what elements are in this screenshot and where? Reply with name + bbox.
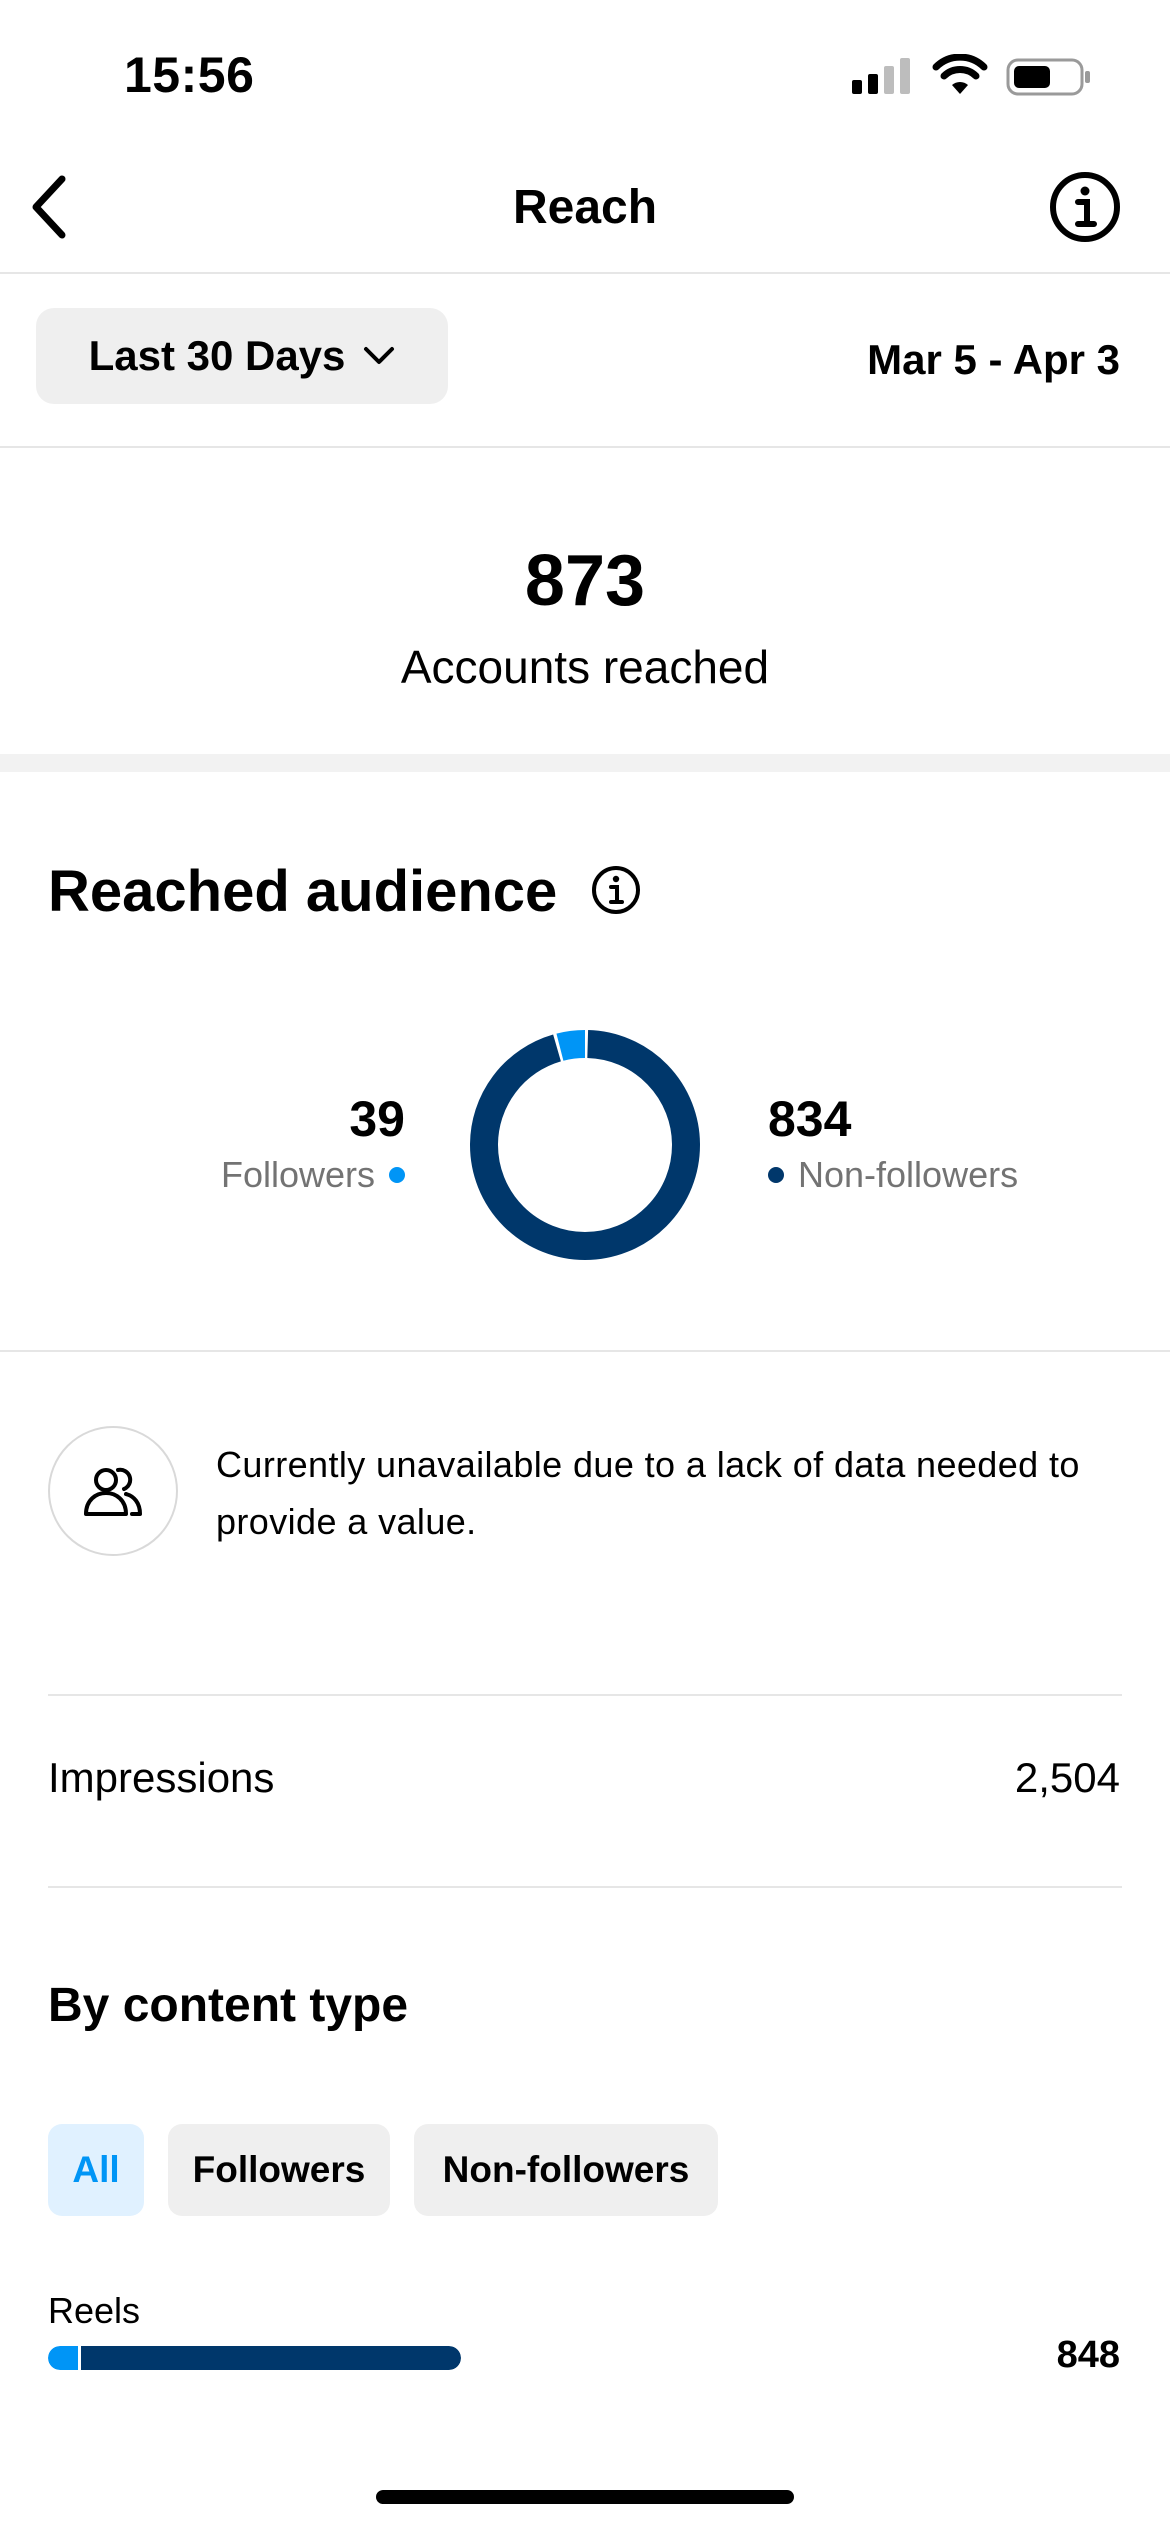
info-icon[interactable] bbox=[1048, 170, 1122, 244]
section-divider bbox=[0, 754, 1170, 772]
date-range-text: Mar 5 - Apr 3 bbox=[867, 336, 1120, 383]
battery-icon bbox=[1006, 58, 1090, 96]
signal-icon bbox=[852, 58, 910, 94]
reached-audience-title: Reached audience bbox=[48, 859, 558, 924]
reels-value: 848 bbox=[1056, 2334, 1120, 2376]
chevron-down-icon bbox=[364, 347, 395, 364]
people-icon bbox=[84, 1467, 142, 1516]
accounts-reached-label: Accounts reached bbox=[400, 641, 770, 693]
wifi-icon bbox=[932, 54, 988, 94]
filter-chip-all[interactable]: All bbox=[48, 2124, 144, 2216]
reels-label: Reels bbox=[48, 2290, 141, 2331]
header-divider bbox=[0, 272, 1170, 274]
impressions-value: 2,504 bbox=[1014, 1754, 1120, 1801]
impressions-top-divider bbox=[48, 1694, 1122, 1696]
notice-icon-circle bbox=[48, 1426, 178, 1556]
followers-legend: Followers bbox=[221, 1154, 405, 1196]
followers-legend-label: Followers bbox=[220, 1154, 375, 1195]
filter-divider bbox=[0, 446, 1170, 448]
non-followers-count: 834 bbox=[768, 1091, 852, 1147]
home-indicator[interactable] bbox=[376, 2490, 794, 2504]
accounts-reached-value: 873 bbox=[524, 541, 646, 621]
content-type-title: By content type bbox=[48, 1979, 409, 2032]
date-range-dropdown-label: Last 30 Days bbox=[88, 332, 346, 379]
filter-chip-non-followers[interactable]: Non-followers bbox=[414, 2124, 718, 2216]
reels-bar-non-followers-segment bbox=[80, 2346, 461, 2370]
non-followers-legend-label: Non-followers bbox=[798, 1154, 1019, 1195]
impressions-bottom-divider bbox=[48, 1886, 1122, 1888]
followers-count: 39 bbox=[349, 1091, 405, 1147]
donut-slice-non-followers bbox=[470, 1030, 700, 1260]
reels-bar bbox=[48, 2346, 461, 2370]
impressions-label: Impressions bbox=[48, 1754, 275, 1801]
followers-legend-dot bbox=[389, 1167, 405, 1183]
filter-chip-followers[interactable]: Followers bbox=[168, 2124, 390, 2216]
non-followers-legend: Non-followers bbox=[768, 1154, 1018, 1196]
unavailable-notice-text: Currently unavailable due to a lack of d… bbox=[216, 1444, 1080, 1542]
page-title: Reach bbox=[512, 181, 658, 234]
info-icon[interactable] bbox=[590, 864, 642, 916]
date-range-dropdown[interactable]: Last 30 Days bbox=[36, 308, 448, 404]
audience-donut-chart bbox=[470, 1030, 700, 1260]
reels-bar-followers-segment bbox=[48, 2346, 78, 2370]
status-time: 15:56 bbox=[124, 47, 255, 103]
non-followers-legend-dot bbox=[768, 1167, 784, 1183]
audience-divider bbox=[0, 1350, 1170, 1352]
